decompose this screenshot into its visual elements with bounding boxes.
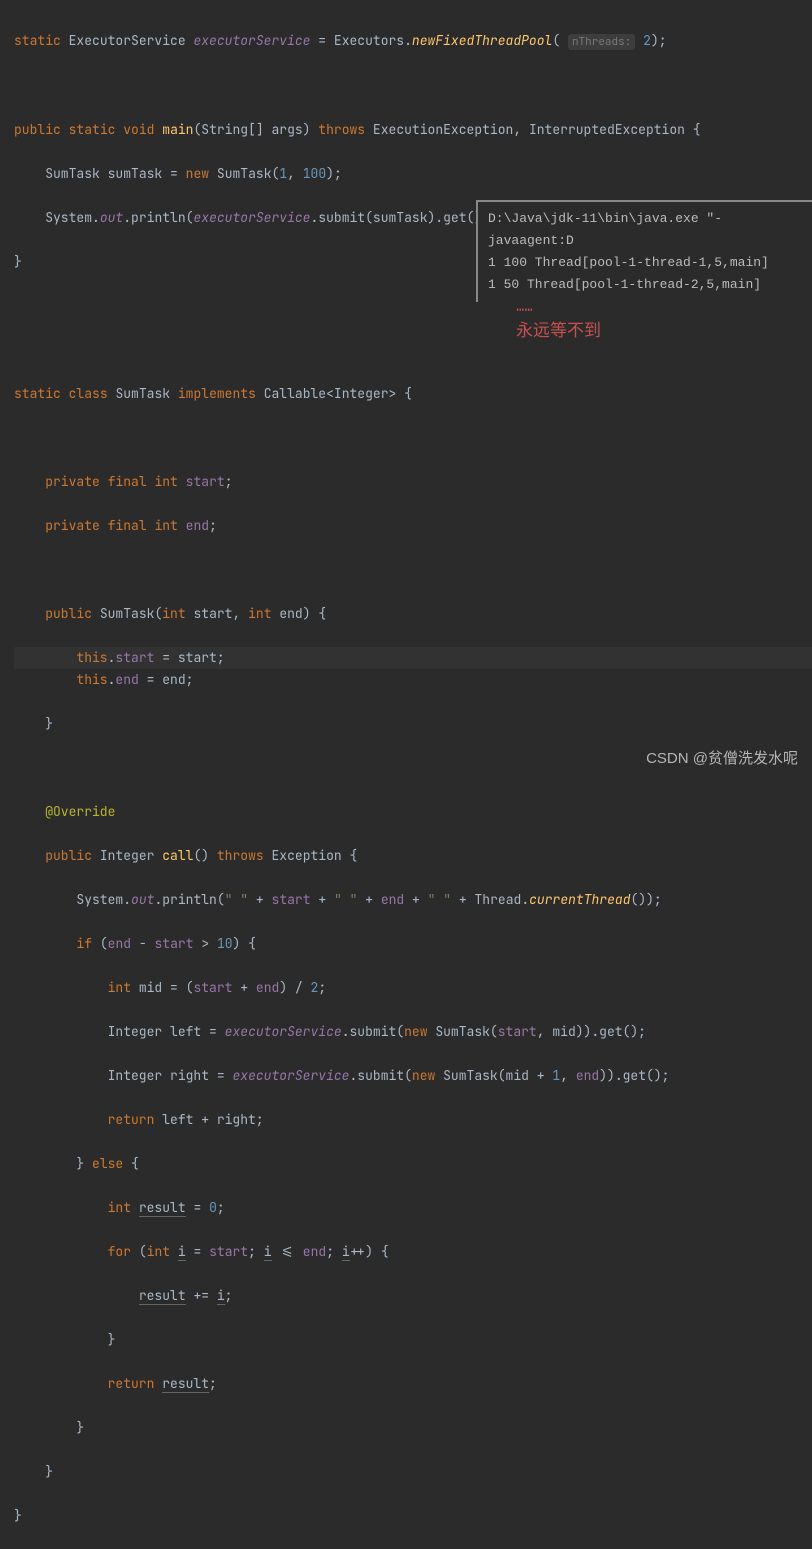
annotation-text: 永远等不到 xyxy=(516,320,601,342)
code-line: } xyxy=(14,1505,812,1527)
blank-line xyxy=(14,75,812,97)
code-line: public Integer call() throws Exception { xyxy=(14,845,812,867)
code-line: this.end = end; xyxy=(14,669,812,691)
code-line: Integer left = executorService.submit(ne… xyxy=(14,1021,812,1043)
code-line: return result; xyxy=(14,1373,812,1395)
code-line: return left + right; xyxy=(14,1109,812,1131)
code-line: static ExecutorService executorService =… xyxy=(14,30,812,53)
console-line: 1 100 Thread[pool-1-thread-1,5,main] xyxy=(488,252,802,274)
blank-line xyxy=(14,339,812,361)
code-line: result += i; xyxy=(14,1285,812,1307)
code-line: } xyxy=(14,1417,812,1439)
console-output: D:\Java\jdk-11\bin\java.exe "-javaagent:… xyxy=(476,200,812,302)
code-line: private final int start; xyxy=(14,471,812,493)
annotation-ellipsis: …… xyxy=(516,296,533,318)
code-line: private final int end; xyxy=(14,515,812,537)
code-line: SumTask sumTask = new SumTask(1, 100); xyxy=(14,163,812,185)
code-line: if (end - start > 10) { xyxy=(14,933,812,955)
code-line: @Override xyxy=(14,801,812,823)
code-line: System.out.println(" " + start + " " + e… xyxy=(14,889,812,911)
code-line: } xyxy=(14,1461,812,1483)
code-line: } else { xyxy=(14,1153,812,1175)
watermark: CSDN @贫僧洗发水呢 xyxy=(646,748,798,770)
code-line: int result = 0; xyxy=(14,1197,812,1219)
code-line: this.start = start; xyxy=(14,647,812,669)
blank-line xyxy=(14,559,812,581)
code-line: int mid = (start + end) / 2; xyxy=(14,977,812,999)
code-line: public SumTask(int start, int end) { xyxy=(14,603,812,625)
blank-line xyxy=(14,427,812,449)
code-line: for (int i = start; i <= end; i++) { xyxy=(14,1241,812,1263)
code-line: } xyxy=(14,1329,812,1351)
console-line: 1 50 Thread[pool-1-thread-2,5,main] xyxy=(488,274,802,296)
code-line: static class SumTask implements Callable… xyxy=(14,383,812,405)
code-line: } xyxy=(14,713,812,735)
code-line: Integer right = executorService.submit(n… xyxy=(14,1065,812,1087)
code-line: public static void main(String[] args) t… xyxy=(14,119,812,141)
console-line: D:\Java\jdk-11\bin\java.exe "-javaagent:… xyxy=(488,208,802,252)
